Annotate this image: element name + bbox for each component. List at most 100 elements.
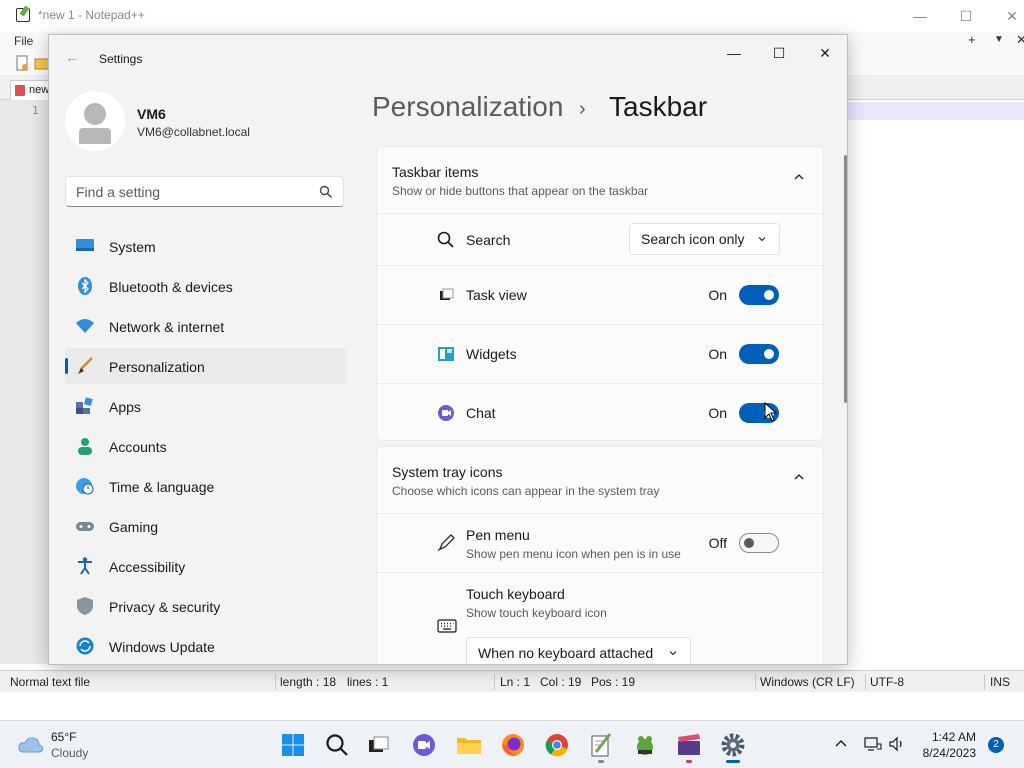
settings-button[interactable] [718, 730, 748, 763]
chat-state: On [708, 405, 727, 421]
sidebar-item-privacy-security[interactable]: Privacy & security [65, 588, 346, 624]
sidebar-item-time-language[interactable]: Time & language [65, 468, 346, 504]
breadcrumb-parent[interactable]: Personalization [372, 91, 563, 123]
task-view-icon [440, 288, 454, 300]
chevron-up-icon[interactable] [793, 471, 805, 483]
status-divider [865, 674, 866, 690]
task-view-button[interactable] [364, 730, 394, 760]
notepad-app-icon [16, 8, 30, 22]
sidebar-item-personalization[interactable]: Personalization [65, 348, 346, 384]
maximize-icon[interactable]: ☐ [954, 4, 978, 28]
pen-menu-toggle[interactable] [739, 533, 779, 553]
sidebar-item-label: Bluetooth & devices [109, 279, 233, 295]
status-pos: Pos : 19 [591, 675, 636, 689]
weather-condition[interactable]: Cloudy [51, 746, 88, 760]
back-arrow-icon[interactable]: ← [65, 49, 81, 65]
touch-keyboard-dropdown[interactable]: When no keyboard attached [466, 637, 691, 664]
search-box[interactable] [65, 176, 344, 207]
sidebar-item-bluetooth[interactable]: Bluetooth & devices [65, 268, 346, 304]
avatar[interactable] [65, 91, 125, 151]
chat-icon [438, 405, 454, 421]
person-icon [78, 438, 92, 455]
search-mode-dropdown[interactable]: Search icon only [629, 223, 780, 255]
taskbar-items-header[interactable]: Taskbar items Show or hide buttons that … [377, 147, 823, 214]
widgets-icon [438, 347, 454, 361]
gear-icon [721, 733, 745, 757]
sidebar-item-label: Windows Update [109, 639, 215, 655]
status-col: Col : 19 [540, 675, 582, 689]
dropdown-value: Search icon only [641, 231, 745, 247]
status-divider [494, 674, 495, 690]
settings-window: ← Settings — ☐ ✕ VM6 VM6@collabnet.local… [48, 34, 848, 665]
scrollbar-thumb[interactable] [844, 155, 847, 403]
cloud-icon[interactable] [18, 734, 44, 754]
notification-badge[interactable]: 2 [988, 737, 1004, 753]
sidebar-item-system[interactable]: System [65, 228, 346, 264]
chevron-down-icon[interactable]: ▼ [994, 34, 1004, 45]
section-subtitle: Show or hide buttons that appear on the … [392, 184, 649, 198]
chat-icon [413, 734, 435, 756]
widgets-state: On [708, 346, 727, 362]
plus-icon[interactable]: + [968, 32, 976, 47]
search-icon[interactable] [319, 185, 333, 199]
chrome-button[interactable] [542, 730, 572, 760]
chevron-up-icon[interactable] [793, 171, 805, 183]
running-indicator [686, 760, 692, 763]
minimize-icon[interactable]: — [719, 39, 749, 67]
weather-temp[interactable]: 65°F [51, 730, 76, 744]
tool-app-button[interactable] [630, 730, 660, 760]
sidebar-item-network[interactable]: Network & internet [65, 308, 346, 344]
chat-label: Chat [466, 405, 496, 421]
menu-file[interactable]: File [14, 34, 33, 48]
clock-date[interactable]: 8/24/2023 [900, 746, 976, 760]
firefox-button[interactable] [498, 730, 528, 760]
sidebar-item-label: Privacy & security [109, 599, 221, 615]
sidebar-item-accounts[interactable]: Accounts [65, 428, 346, 464]
task-view-state: On [708, 287, 727, 303]
status-encoding: UTF-8 [870, 675, 904, 689]
task-view-label: Task view [466, 287, 527, 303]
sidebar-item-label: Accessibility [109, 559, 186, 575]
maximize-icon[interactable]: ☐ [764, 39, 794, 67]
pen-menu-description: Show pen menu icon when pen is in use [466, 547, 681, 561]
cursor-icon [764, 402, 778, 422]
close-icon[interactable]: ✕ [1000, 4, 1024, 28]
windows-taskbar: 65°F Cloudy 1:42 AM 8/24/2023 2 [0, 720, 1024, 768]
sidebar-item-label: Gaming [109, 519, 159, 535]
notepad-title: *new 1 - Notepad++ [38, 8, 145, 22]
status-divider [275, 674, 276, 690]
notepad-plus-plus-button[interactable] [586, 730, 616, 763]
sidebar-item-windows-update[interactable]: Windows Update [65, 628, 346, 664]
notepad-titlebar: *new 1 - Notepad++ — ☐ ✕ [0, 0, 1024, 32]
chevron-up-icon[interactable] [834, 737, 848, 751]
sidebar-item-accessibility[interactable]: Accessibility [65, 548, 346, 584]
taskbar-search-button[interactable] [322, 730, 352, 760]
close-icon[interactable]: ✕ [1016, 32, 1024, 48]
search-icon [437, 231, 454, 248]
clapperboard-icon [678, 734, 700, 755]
file-explorer-button[interactable] [454, 730, 484, 760]
minimize-icon[interactable]: — [908, 4, 932, 28]
widgets-toggle[interactable] [739, 344, 779, 364]
chat-button[interactable] [409, 730, 439, 760]
sidebar-item-apps[interactable]: Apps [65, 388, 346, 424]
media-app-button[interactable] [674, 730, 704, 763]
save-icon [15, 85, 25, 96]
tab-label: new [29, 84, 50, 96]
new-file-icon[interactable] [14, 55, 30, 71]
chrome-icon [545, 734, 568, 757]
system-tray-header[interactable]: System tray icons Choose which icons can… [377, 447, 823, 514]
clock-time[interactable]: 1:42 AM [900, 730, 976, 744]
start-button[interactable] [278, 730, 308, 760]
paintbrush-icon [78, 357, 93, 374]
network-icon[interactable] [864, 736, 882, 752]
search-input[interactable] [76, 183, 306, 201]
status-divider [755, 674, 756, 690]
wifi-icon [76, 319, 94, 333]
close-icon[interactable]: ✕ [810, 39, 840, 67]
status-mode: INS [990, 675, 1011, 689]
task-view-toggle[interactable] [739, 285, 779, 305]
sidebar-item-gaming[interactable]: Gaming [65, 508, 346, 544]
widgets-label: Widgets [466, 346, 517, 362]
touch-keyboard-row: Touch keyboard Show touch keyboard icon … [377, 573, 823, 664]
